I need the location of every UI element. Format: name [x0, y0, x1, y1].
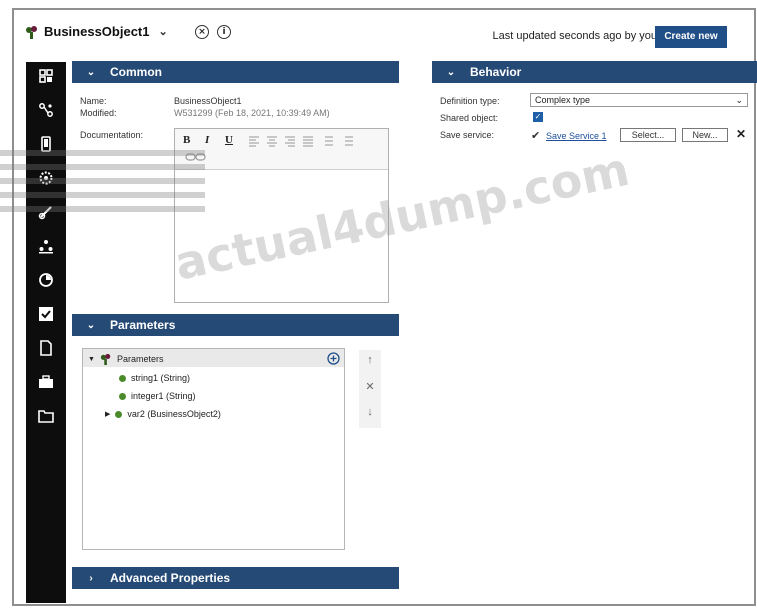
definition-type-value: Complex type: [535, 95, 591, 105]
checkmark-icon: ✔: [531, 130, 541, 142]
definition-type-label: Definition type:: [440, 96, 500, 106]
close-circle-icon[interactable]: ×: [195, 25, 209, 39]
header-icons: × i: [195, 25, 231, 39]
modified-label: Modified:: [80, 108, 117, 118]
save-service-label: Save service:: [440, 130, 495, 140]
flow-icon[interactable]: [38, 102, 54, 118]
advanced-properties-title: Advanced Properties: [110, 571, 231, 585]
field-icon: [119, 392, 126, 400]
create-new-button[interactable]: Create new: [655, 26, 727, 48]
folder-icon[interactable]: [38, 408, 54, 424]
chevron-down-icon[interactable]: ⌄: [159, 25, 168, 38]
chevron-down-icon: ⌄: [735, 95, 743, 105]
toolkit-icon[interactable]: [38, 374, 54, 390]
shared-object-label: Shared object:: [440, 113, 499, 123]
shared-object-checkbox[interactable]: ✓: [533, 112, 543, 122]
documentation-label: Documentation:: [80, 130, 144, 140]
tree-toolbar: ↑ ✕ ↓: [359, 350, 381, 428]
field-icon: [119, 374, 126, 382]
close-icon[interactable]: ✕: [736, 127, 746, 141]
business-object-icon: [26, 25, 37, 39]
tree-root-row[interactable]: ▼ Parameters: [88, 353, 163, 365]
page-title-text: BusinessObject1: [44, 24, 150, 39]
team-icon[interactable]: [38, 238, 54, 254]
advanced-properties-header[interactable]: › Advanced Properties: [72, 567, 399, 589]
modified-value: W531299 (Feb 18, 2021, 10:39:49 AM): [174, 108, 330, 118]
behavior-section-title: Behavior: [470, 65, 522, 79]
move-up-icon[interactable]: ↑: [359, 354, 381, 366]
common-section-title: Common: [110, 65, 162, 79]
tree-item-label: integer1 (String): [131, 391, 196, 401]
behavior-section-header[interactable]: ⌄ Behavior: [432, 61, 757, 83]
save-service-link[interactable]: Save Service 1: [546, 131, 607, 141]
name-value[interactable]: BusinessObject1: [174, 96, 242, 106]
expand-arrow-icon[interactable]: ▶: [105, 410, 110, 418]
expand-arrow-icon[interactable]: ▼: [88, 356, 95, 363]
chevron-down-icon: ⌄: [86, 66, 96, 78]
parameters-section-header[interactable]: ⌄ Parameters: [72, 314, 399, 336]
last-updated-text: Last updated seconds ago by you: [492, 30, 657, 42]
tree-item-label: var2 (BusinessObject2): [127, 409, 221, 419]
alignment-icons[interactable]: [247, 135, 387, 147]
field-icon: [115, 410, 123, 418]
tree-item-var2[interactable]: ▶ var2 (BusinessObject2): [105, 409, 221, 419]
add-icon[interactable]: [327, 352, 340, 365]
chevron-right-icon: ›: [89, 572, 93, 584]
performance-icon[interactable]: [38, 272, 54, 288]
move-down-icon[interactable]: ↓: [359, 406, 381, 418]
tree-item-integer1[interactable]: integer1 (String): [119, 391, 196, 401]
page-title[interactable]: BusinessObject1 ⌄: [25, 24, 168, 39]
underline-icon[interactable]: U: [225, 134, 233, 146]
tree-item-string1[interactable]: string1 (String): [119, 373, 190, 383]
info-icon[interactable]: i: [217, 25, 231, 39]
chevron-down-icon: ⌄: [86, 319, 96, 331]
name-label: Name:: [80, 96, 107, 106]
check-icon[interactable]: [38, 306, 54, 322]
delete-icon[interactable]: ✕: [359, 380, 381, 393]
tree-root-label: Parameters: [116, 354, 164, 364]
chevron-down-icon: ⌄: [446, 66, 456, 78]
parameters-section-title: Parameters: [110, 318, 176, 332]
parameters-tree: ▼ Parameters string1 (String) integer1 (…: [82, 348, 345, 550]
overview-icon[interactable]: [38, 68, 54, 84]
business-object-icon: [100, 353, 111, 365]
ibm-logo-watermark: [0, 150, 205, 212]
document-icon[interactable]: [38, 340, 54, 356]
new-button[interactable]: New...: [682, 128, 728, 142]
tree-item-label: string1 (String): [131, 373, 191, 383]
select-button[interactable]: Select...: [620, 128, 676, 142]
common-section-header[interactable]: ⌄ Common: [72, 61, 399, 83]
definition-type-select[interactable]: Complex type ⌄: [530, 93, 748, 107]
